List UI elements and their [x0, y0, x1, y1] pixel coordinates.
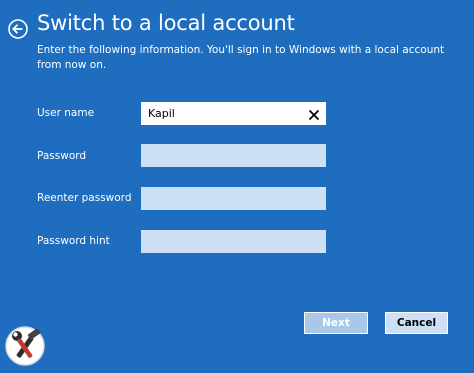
- hammer-wrench-logo-icon: [5, 326, 45, 366]
- username-label: User name: [37, 107, 95, 119]
- clear-username-button[interactable]: [307, 107, 321, 121]
- password-hint-label: Password hint: [37, 235, 110, 247]
- local-account-dialog: Switch to a local account Enter the foll…: [0, 0, 474, 372]
- page-title: Switch to a local account: [37, 11, 295, 35]
- reenter-password-field[interactable]: [141, 187, 326, 210]
- username-field[interactable]: Kapil: [141, 102, 326, 125]
- instructions-text: Enter the following information. You'll …: [37, 44, 445, 71]
- password-label: Password: [37, 150, 87, 162]
- arrow-left-circle-icon: [8, 19, 28, 39]
- next-button[interactable]: Next: [304, 312, 368, 334]
- close-icon: [308, 109, 320, 121]
- password-field[interactable]: [141, 144, 326, 167]
- watermark-logo: [2, 323, 48, 369]
- reenter-password-label: Reenter password: [37, 192, 132, 204]
- username-value: Kapil: [148, 107, 175, 120]
- cancel-button[interactable]: Cancel: [385, 312, 448, 334]
- password-hint-field[interactable]: [141, 230, 326, 253]
- back-button[interactable]: [8, 19, 28, 39]
